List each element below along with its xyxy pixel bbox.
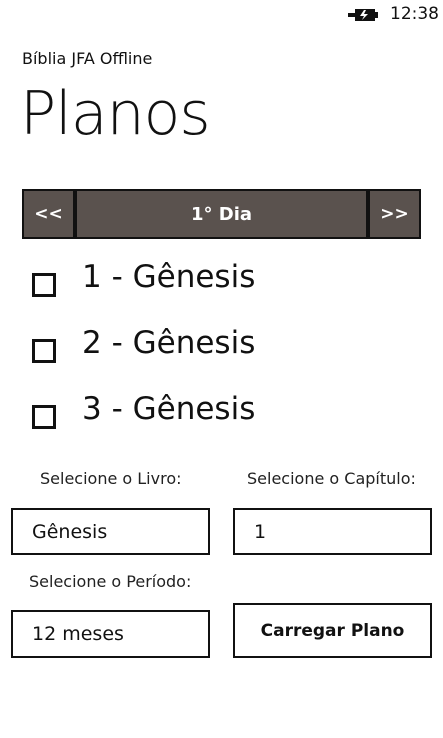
reading-label: 3 - Gênesis	[82, 391, 256, 427]
chapter-select[interactable]: 1	[233, 508, 432, 555]
book-select-label: Selecione o Livro:	[40, 469, 182, 488]
period-select-value: 12 meses	[32, 623, 124, 645]
reading-list: 1 - Gênesis 2 - Gênesis 3 - Gênesis	[0, 245, 443, 460]
battery-charging-icon	[348, 9, 378, 21]
clock: 12:38	[390, 4, 439, 24]
load-plan-button[interactable]: Carregar Plano	[233, 603, 432, 658]
reading-item[interactable]: 3 - Gênesis	[0, 377, 443, 443]
period-select-label: Selecione o Período:	[29, 572, 192, 591]
book-select[interactable]: Gênesis	[11, 508, 210, 555]
book-select-value: Gênesis	[32, 520, 108, 543]
reading-label: 1 - Gênesis	[82, 259, 256, 295]
reading-checkbox[interactable]	[32, 405, 56, 429]
chapter-select-label: Selecione o Capítulo:	[247, 469, 416, 488]
reading-label: 2 - Gênesis	[82, 325, 256, 361]
next-day-button[interactable]: >>	[368, 189, 421, 239]
reading-item[interactable]: 1 - Gênesis	[0, 245, 443, 311]
status-bar: 12:38	[0, 0, 443, 32]
current-day-label: 1° Dia	[75, 189, 368, 239]
chapter-select-value: 1	[254, 520, 267, 543]
page-title: Planos	[20, 79, 211, 149]
reading-item[interactable]: 2 - Gênesis	[0, 311, 443, 377]
period-select[interactable]: 12 meses	[11, 610, 210, 658]
app-title: Bíblia JFA Offline	[22, 49, 153, 68]
previous-day-button[interactable]: <<	[22, 189, 75, 239]
reading-checkbox[interactable]	[32, 273, 56, 297]
reading-checkbox[interactable]	[32, 339, 56, 363]
